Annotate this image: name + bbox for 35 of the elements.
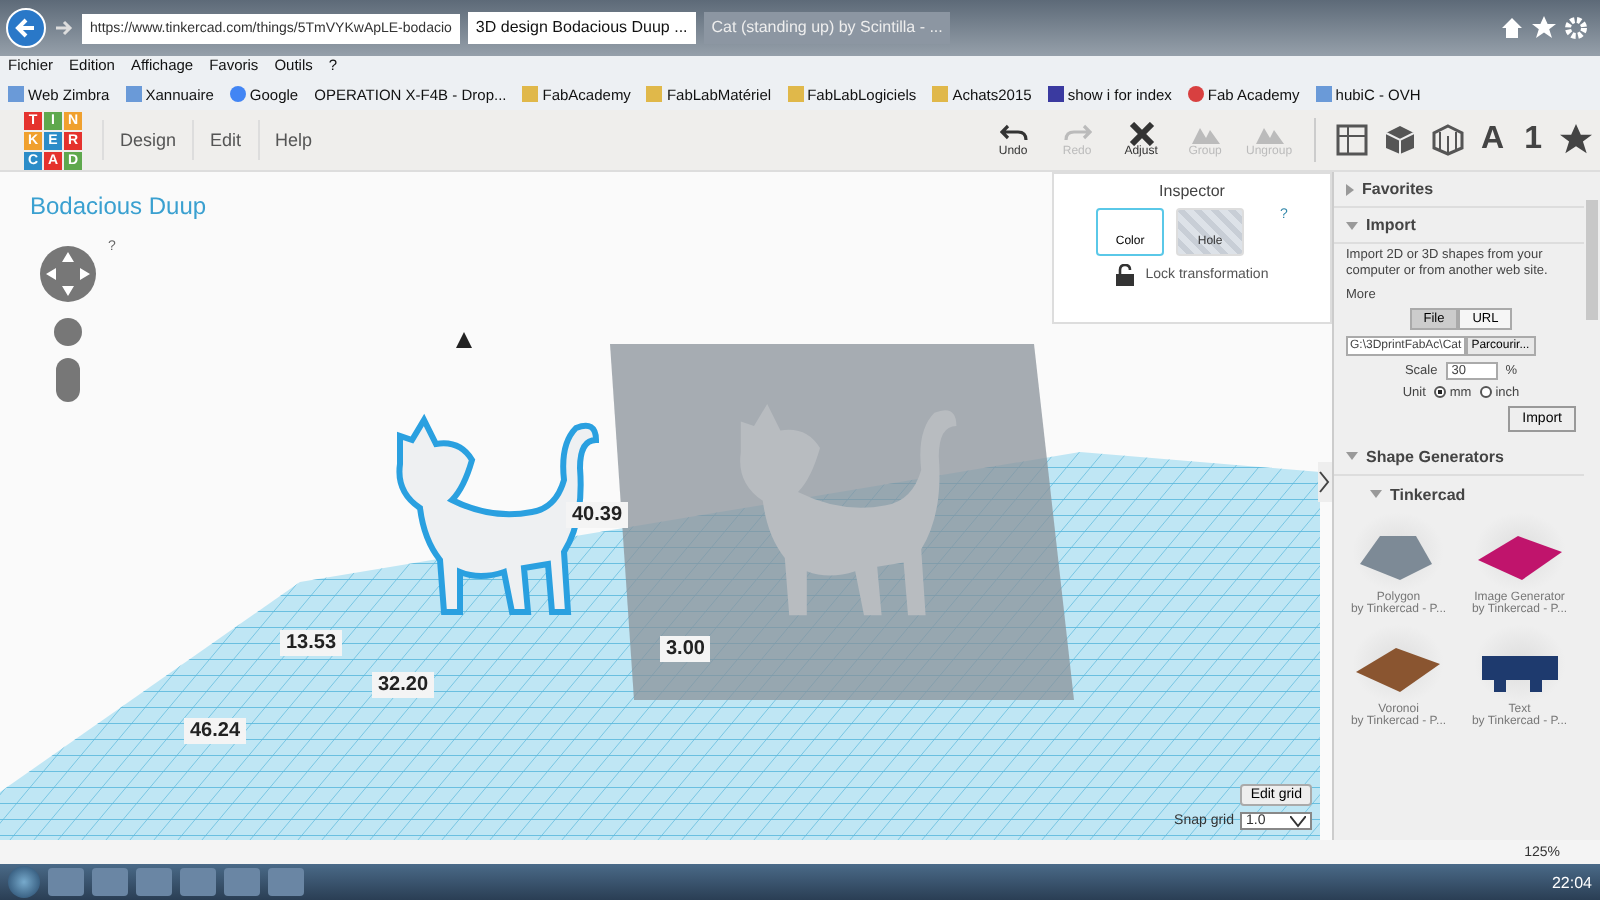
- collapse-tab[interactable]: [1318, 462, 1332, 502]
- dimension-label[interactable]: 46.24: [184, 718, 247, 744]
- inspector-title: Inspector: [1159, 182, 1225, 200]
- cube-icon[interactable]: [1383, 124, 1416, 156]
- start-button[interactable]: [8, 866, 40, 898]
- clock: 22:04: [1551, 873, 1592, 891]
- lock-icon: [1115, 264, 1134, 286]
- undo-icon[interactable]: [999, 122, 1028, 146]
- striped-cube-icon[interactable]: [1431, 124, 1464, 156]
- view-shortcut[interactable]: A: [1481, 122, 1505, 158]
- forward-icon[interactable]: [54, 18, 74, 38]
- browser-tab[interactable]: 3D design Bodacious Duup ...: [467, 12, 696, 44]
- section-header[interactable]: Favorites: [1334, 172, 1584, 208]
- back-arrow-icon[interactable]: [14, 16, 38, 40]
- adjust-icon[interactable]: [1127, 122, 1156, 146]
- settings-icon[interactable]: [1564, 16, 1588, 40]
- star-icon[interactable]: [1560, 124, 1592, 156]
- subsection-header[interactable]: Tinkercad: [1334, 475, 1584, 512]
- section-header[interactable]: Import: [1334, 208, 1584, 244]
- nav-menu[interactable]: Help: [257, 120, 329, 160]
- dimension-label[interactable]: 3.00: [660, 636, 711, 662]
- nav-menu[interactable]: Edit: [192, 120, 258, 160]
- view-shortcut[interactable]: 1: [1524, 122, 1542, 158]
- design-title: Bodacious Duup: [30, 192, 207, 220]
- grid-view-icon[interactable]: [1335, 124, 1368, 156]
- view-compass-icon[interactable]: [36, 242, 100, 402]
- dimension-label[interactable]: 13.53: [280, 630, 343, 656]
- nav-menu[interactable]: Design: [102, 120, 193, 160]
- back-button[interactable]: [6, 8, 46, 48]
- dimension-label[interactable]: 32.20: [372, 672, 435, 698]
- dimension-label[interactable]: 40.39: [566, 502, 629, 528]
- section-header[interactable]: Shape Generators: [1334, 439, 1584, 476]
- home-icon[interactable]: [1500, 16, 1524, 40]
- caret-icon[interactable]: [1290, 815, 1306, 827]
- star-icon[interactable]: [1532, 16, 1556, 40]
